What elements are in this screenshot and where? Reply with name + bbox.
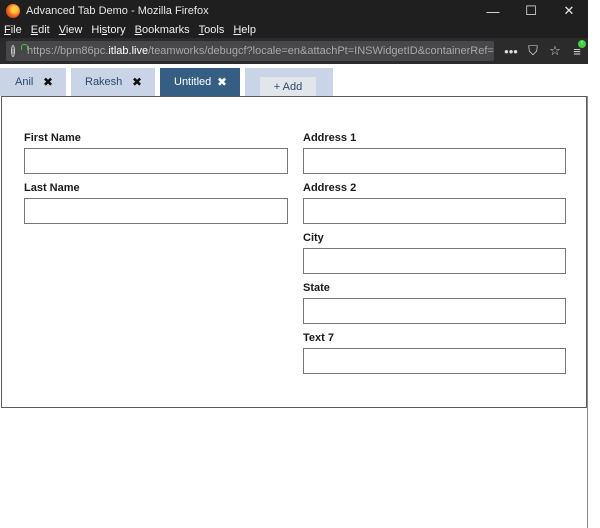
last-name-input[interactable] — [24, 198, 288, 224]
menu-tools[interactable]: Tools — [199, 24, 225, 36]
address-1-label: Address 1 — [303, 132, 357, 144]
navigation-bar: i https://bpm86pc.itlab.live/teamworks/d… — [0, 38, 588, 64]
menu-view[interactable]: View — [59, 24, 83, 36]
hamburger-menu-icon[interactable]: ≡ ↑ — [566, 39, 588, 59]
form-panel: First Name Last Name Address 1 Address 2… — [1, 96, 587, 408]
state-input[interactable] — [303, 298, 566, 324]
last-name-label: Last Name — [24, 182, 80, 194]
address-2-input[interactable] — [303, 198, 566, 224]
tab-label: Rakesh — [85, 76, 123, 88]
first-name-input[interactable] — [24, 148, 288, 174]
city-input[interactable] — [303, 248, 566, 274]
close-tab-icon[interactable]: ✖ — [43, 75, 53, 89]
menu-file[interactable]: File — [4, 24, 22, 36]
add-tab-area: + Add — [245, 68, 333, 96]
menu-history[interactable]: History — [91, 24, 125, 36]
address-1-input[interactable] — [303, 148, 566, 174]
firefox-logo-icon — [6, 4, 20, 18]
close-tab-icon[interactable]: ✖ — [132, 75, 142, 89]
tab-untitled[interactable]: Untitled ✖ — [160, 68, 240, 96]
tab-strip: Anil ✖ Rakesh ✖ Untitled ✖ + Add — [0, 64, 588, 96]
menu-bookmarks[interactable]: Bookmarks — [135, 24, 190, 36]
browser-window: Advanced Tab Demo - Mozilla Firefox — ☐ … — [0, 0, 588, 528]
toolbar-icons: ••• ⛉ ☆ ≡ ↑ — [500, 39, 588, 59]
tab-label: Untitled — [174, 76, 212, 88]
page-actions-icon[interactable]: ••• — [500, 44, 522, 59]
window-title: Advanced Tab Demo - Mozilla Firefox — [26, 5, 209, 17]
first-name-label: First Name — [24, 132, 81, 144]
address-2-label: Address 2 — [303, 182, 357, 194]
add-tab-button[interactable]: + Add — [260, 77, 316, 96]
info-icon[interactable]: i — [11, 45, 15, 57]
update-badge-icon: ↑ — [578, 39, 586, 48]
title-bar: Advanced Tab Demo - Mozilla Firefox — ☐ … — [0, 0, 588, 22]
maximize-button[interactable]: ☐ — [512, 0, 550, 22]
page-blank-area — [1, 408, 587, 528]
tab-rakesh[interactable]: Rakesh ✖ — [71, 68, 155, 96]
close-tab-icon[interactable]: ✖ — [217, 75, 227, 89]
url-text[interactable]: https://bpm86pc.itlab.live/teamworks/deb… — [27, 45, 494, 57]
close-window-button[interactable]: ✕ — [550, 0, 588, 22]
url-bar[interactable]: i https://bpm86pc.itlab.live/teamworks/d… — [6, 41, 494, 61]
tab-label: Anil — [15, 76, 34, 88]
text-7-input[interactable] — [303, 348, 566, 374]
bookmark-star-icon[interactable]: ☆ — [544, 43, 566, 59]
menu-edit[interactable]: Edit — [31, 24, 50, 36]
minimize-button[interactable]: — — [474, 0, 512, 22]
menu-bar: File Edit View History Bookmarks Tools H… — [0, 22, 588, 38]
city-label: City — [303, 232, 324, 244]
pocket-icon[interactable]: ⛉ — [522, 43, 544, 59]
tab-anil[interactable]: Anil ✖ — [0, 68, 66, 96]
state-label: State — [303, 282, 330, 294]
text-7-label: Text 7 — [303, 332, 334, 344]
menu-help[interactable]: Help — [233, 24, 256, 36]
window-controls: — ☐ ✕ — [474, 0, 588, 22]
